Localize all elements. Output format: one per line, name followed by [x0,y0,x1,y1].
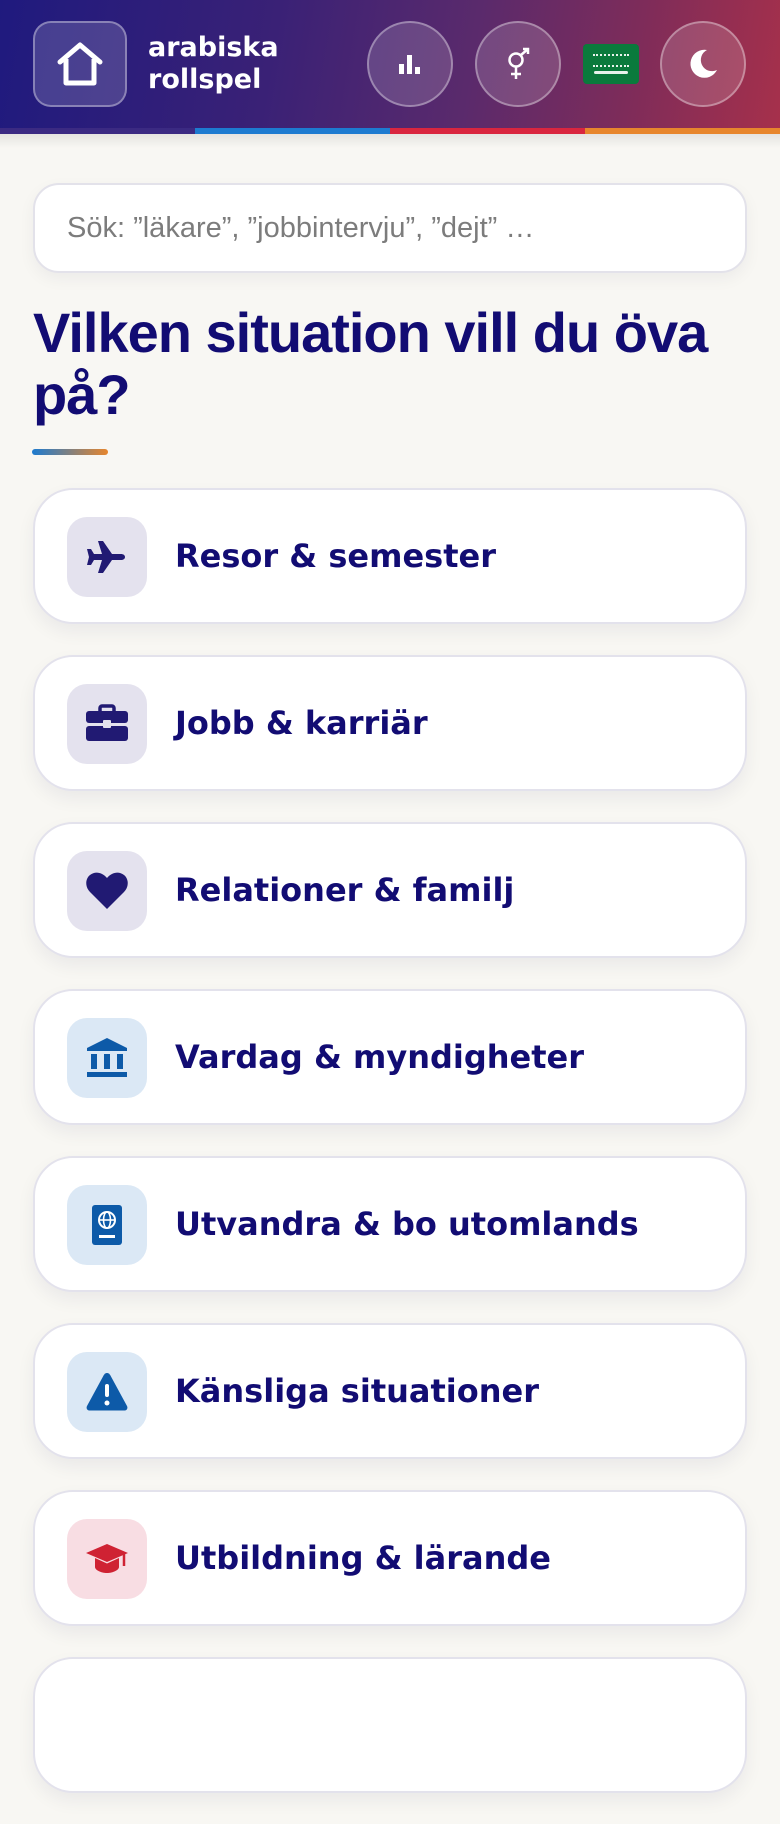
voice-gender-button[interactable] [475,21,561,107]
app-name-line-2: rollspel [148,64,262,95]
graduation-cap-icon [86,1544,128,1573]
category-everyday[interactable]: Vardag & myndigheter [33,989,747,1125]
category-label: Relationer & familj [175,871,515,909]
heart-icon [86,872,128,909]
page-title: Vilken situation vill du öva på? [33,301,708,426]
statistics-button[interactable] [367,21,453,107]
category-icon-box [67,1352,147,1432]
category-icon-box [67,1185,147,1265]
home-button[interactable] [33,21,127,107]
category-icon-box [67,1018,147,1098]
home-icon [57,42,103,86]
dark-mode-toggle[interactable] [660,21,746,107]
briefcase-icon [86,704,128,741]
government-building-icon [87,1038,127,1077]
category-label: Vardag & myndigheter [175,1038,585,1076]
airplane-icon [87,541,125,573]
app-name: arabiska rollspel [148,32,279,96]
moon-icon [690,49,717,78]
warning-icon [86,1373,128,1411]
category-list: Resor & semester Jobb & karriär Relation… [33,488,747,1824]
category-label: Utbildning & lärande [175,1539,551,1577]
category-emigrate[interactable]: Utvandra & bo utomlands [33,1156,747,1292]
passport-icon [92,1205,122,1245]
category-label: Utvandra & bo utomlands [175,1205,639,1243]
category-icon-box [67,684,147,764]
title-underline [32,449,108,455]
flag-script-mark [593,54,629,67]
category-label: Resor & semester [175,537,496,575]
category-icon-box [67,517,147,597]
category-travel[interactable]: Resor & semester [33,488,747,624]
category-label: Jobb & karriär [175,704,428,742]
category-icon-box [67,851,147,931]
category-next-partial[interactable] [33,1657,747,1793]
flag-sword-mark [594,71,628,74]
search-box[interactable] [33,183,747,273]
app-name-line-1: arabiska [148,32,279,63]
category-work[interactable]: Jobb & karriär [33,655,747,791]
category-label: Känsliga situationer [175,1372,539,1410]
category-sensitive[interactable]: Känsliga situationer [33,1323,747,1459]
category-icon-box [67,1519,147,1599]
app-header: arabiska rollspel [0,0,780,128]
search-input[interactable] [35,185,745,271]
gender-icon [508,47,530,79]
category-relations[interactable]: Relationer & familj [33,822,747,958]
header-shadow [0,134,780,148]
bar-chart-icon [399,55,420,74]
category-education[interactable]: Utbildning & lärande [33,1490,747,1626]
saudi-flag-language-button[interactable] [583,44,639,84]
